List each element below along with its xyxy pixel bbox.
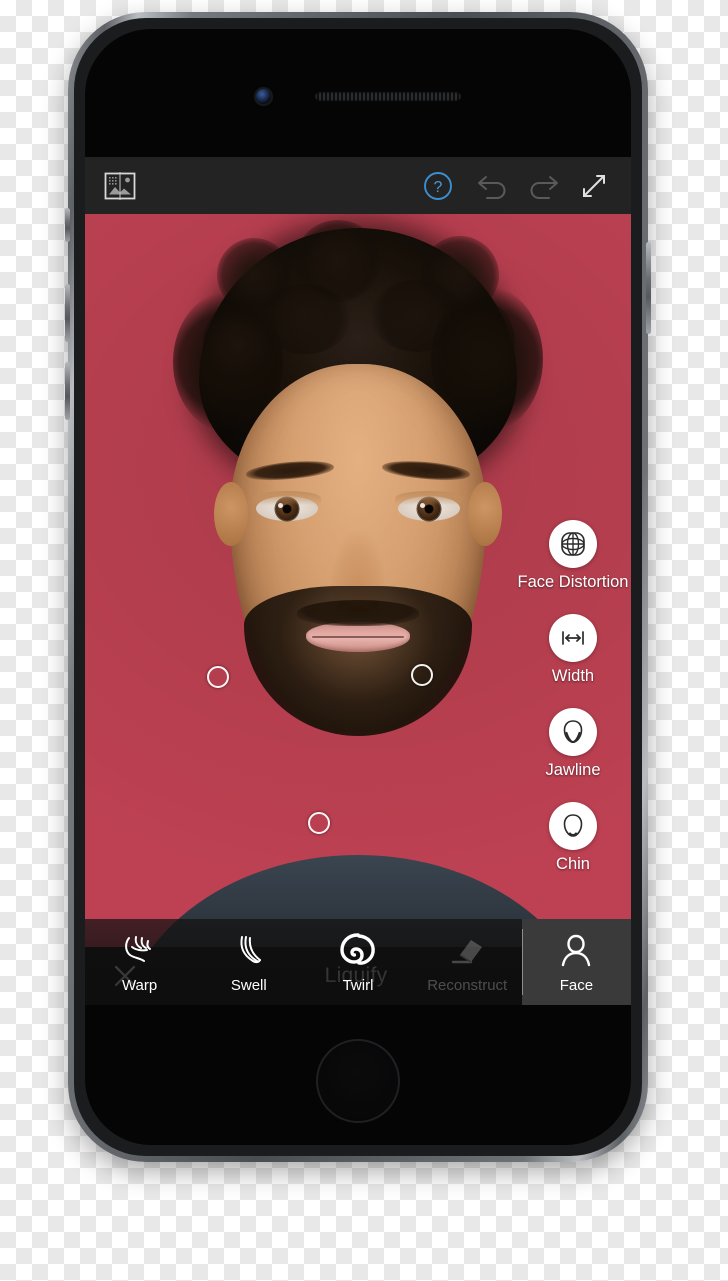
rail-label-width: Width [551,667,595,685]
front-camera-icon [255,88,271,104]
width-arrows-icon [549,614,597,662]
person-head-icon [562,934,591,966]
device-bezel: ? Face Distortion Width Jawline Chin War… [74,18,642,1156]
app-toolbar: ? [85,157,631,214]
rail-item-width[interactable]: Width [549,614,597,686]
rail-item-face-distortion[interactable]: Face Distortion [517,520,629,592]
photo-canvas[interactable]: Face Distortion Width Jawline Chin Warp … [85,214,631,1005]
chin-face-icon [549,802,597,850]
help-question-icon[interactable]: ? [423,171,475,201]
home-button[interactable] [316,1039,400,1123]
warp-hand-icon [124,935,151,962]
redo-arrow-icon[interactable] [527,171,579,201]
earpiece-speaker-icon [314,91,461,101]
tool-label-reconstruct: Reconstruct [427,976,508,994]
eraser-icon [452,939,483,963]
device-glass: ? Face Distortion Width Jawline Chin War… [85,29,631,1145]
svg-text:?: ? [434,179,443,196]
tool-label-face: Face [559,976,594,994]
rail-item-jawline[interactable]: Jawline [545,708,601,780]
tool-label-twirl: Twirl [342,976,374,994]
tool-warp[interactable]: Warp [85,919,194,1005]
tool-label-swell: Swell [230,976,267,994]
cheek-left-handle[interactable] [207,666,229,688]
eyebrow-left [245,458,335,483]
tool-label-warp: Warp [121,976,158,994]
ear-right [468,482,502,546]
device-sensor-row [85,81,631,111]
tool-swell[interactable]: Swell [194,919,303,1005]
tool-reconstruct[interactable]: Reconstruct [413,919,522,1005]
subject-face [214,364,502,736]
swell-curve-icon [240,935,261,963]
chin-handle[interactable] [308,812,330,834]
eyebrow-right [381,458,471,483]
undo-arrow-icon[interactable] [475,171,527,201]
mute-switch-button[interactable] [65,208,70,242]
cheek-right-handle[interactable] [411,664,433,686]
power-button[interactable] [646,242,651,334]
globe-mesh-icon [549,520,597,568]
photo-thumbnail-icon[interactable] [103,171,137,201]
smartphone-device: ? Face Distortion Width Jawline Chin War… [65,12,651,1162]
rail-label-face-distortion: Face Distortion [517,573,629,591]
expand-diagonal-arrows-icon[interactable] [579,171,609,201]
ear-left [214,482,248,546]
mustache [297,600,419,626]
tool-face[interactable]: Face [521,919,631,1005]
jawline-face-icon [549,708,597,756]
rail-label-jawline: Jawline [545,761,601,779]
eye-left [253,491,321,521]
eye-right [395,491,463,521]
lips [306,622,410,652]
face-adjust-rail: Face Distortion Width Jawline Chin [515,520,631,874]
liquify-tool-strip: Warp Swell Twirl Reconstruct Face [85,919,631,1005]
volume-down-button[interactable] [65,362,70,420]
app-screen: ? Face Distortion Width Jawline Chin War… [85,157,631,1005]
rail-item-chin[interactable]: Chin [549,802,597,874]
volume-up-button[interactable] [65,284,70,342]
tool-twirl[interactable]: Twirl [303,919,412,1005]
twirl-spiral-icon [340,932,375,965]
rail-label-chin: Chin [556,855,590,873]
